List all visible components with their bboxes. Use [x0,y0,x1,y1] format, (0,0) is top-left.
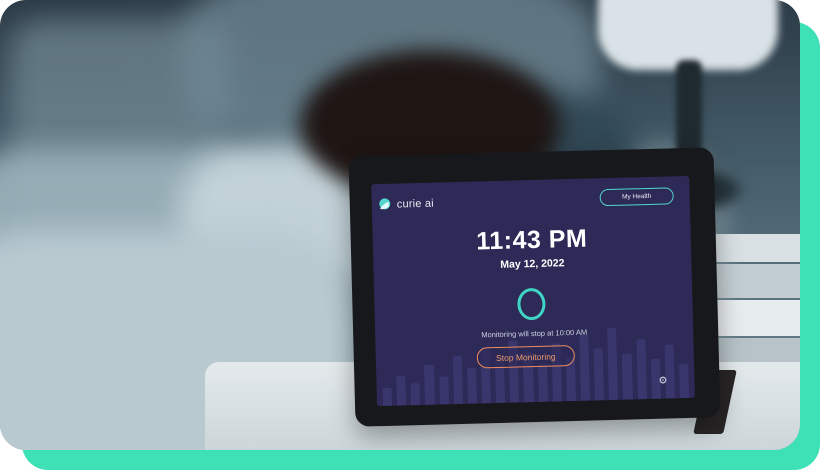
book [708,300,800,336]
visualizer-bar [664,344,675,399]
visualizer-bar [607,327,619,401]
bedroom-photo: curie ai My Health 11:43 PM May 12, 2022… [0,0,800,450]
gear-icon[interactable]: ⚙ [658,376,668,387]
visualizer-bar [622,353,633,400]
stop-monitoring-button[interactable]: Stop Monitoring [476,344,576,369]
visualizer-bar [396,375,407,406]
visualizer-bar [537,363,548,402]
visualizer-bar [579,334,591,401]
book [708,234,800,262]
visualizer-bar [424,364,435,405]
my-health-button[interactable]: My Health [599,187,674,207]
visualizer-bar [452,355,463,405]
book [708,264,800,298]
clock-time: 11:43 PM [475,224,588,256]
brand-logo: curie ai [378,197,434,212]
visualizer-bar [466,367,478,404]
visualizer-bar [679,364,690,399]
visualizer-bar [593,348,605,401]
visualizer-bar [635,339,647,400]
brand-name: curie ai [396,197,435,211]
visualizer-bar [382,387,393,407]
curie-logo-icon [379,198,391,210]
tablet-device: curie ai My Health 11:43 PM May 12, 2022… [348,147,721,427]
tablet-screen: curie ai My Health 11:43 PM May 12, 2022… [371,175,695,407]
visualizer-bar [410,383,421,406]
visualizer-bar [438,376,449,405]
